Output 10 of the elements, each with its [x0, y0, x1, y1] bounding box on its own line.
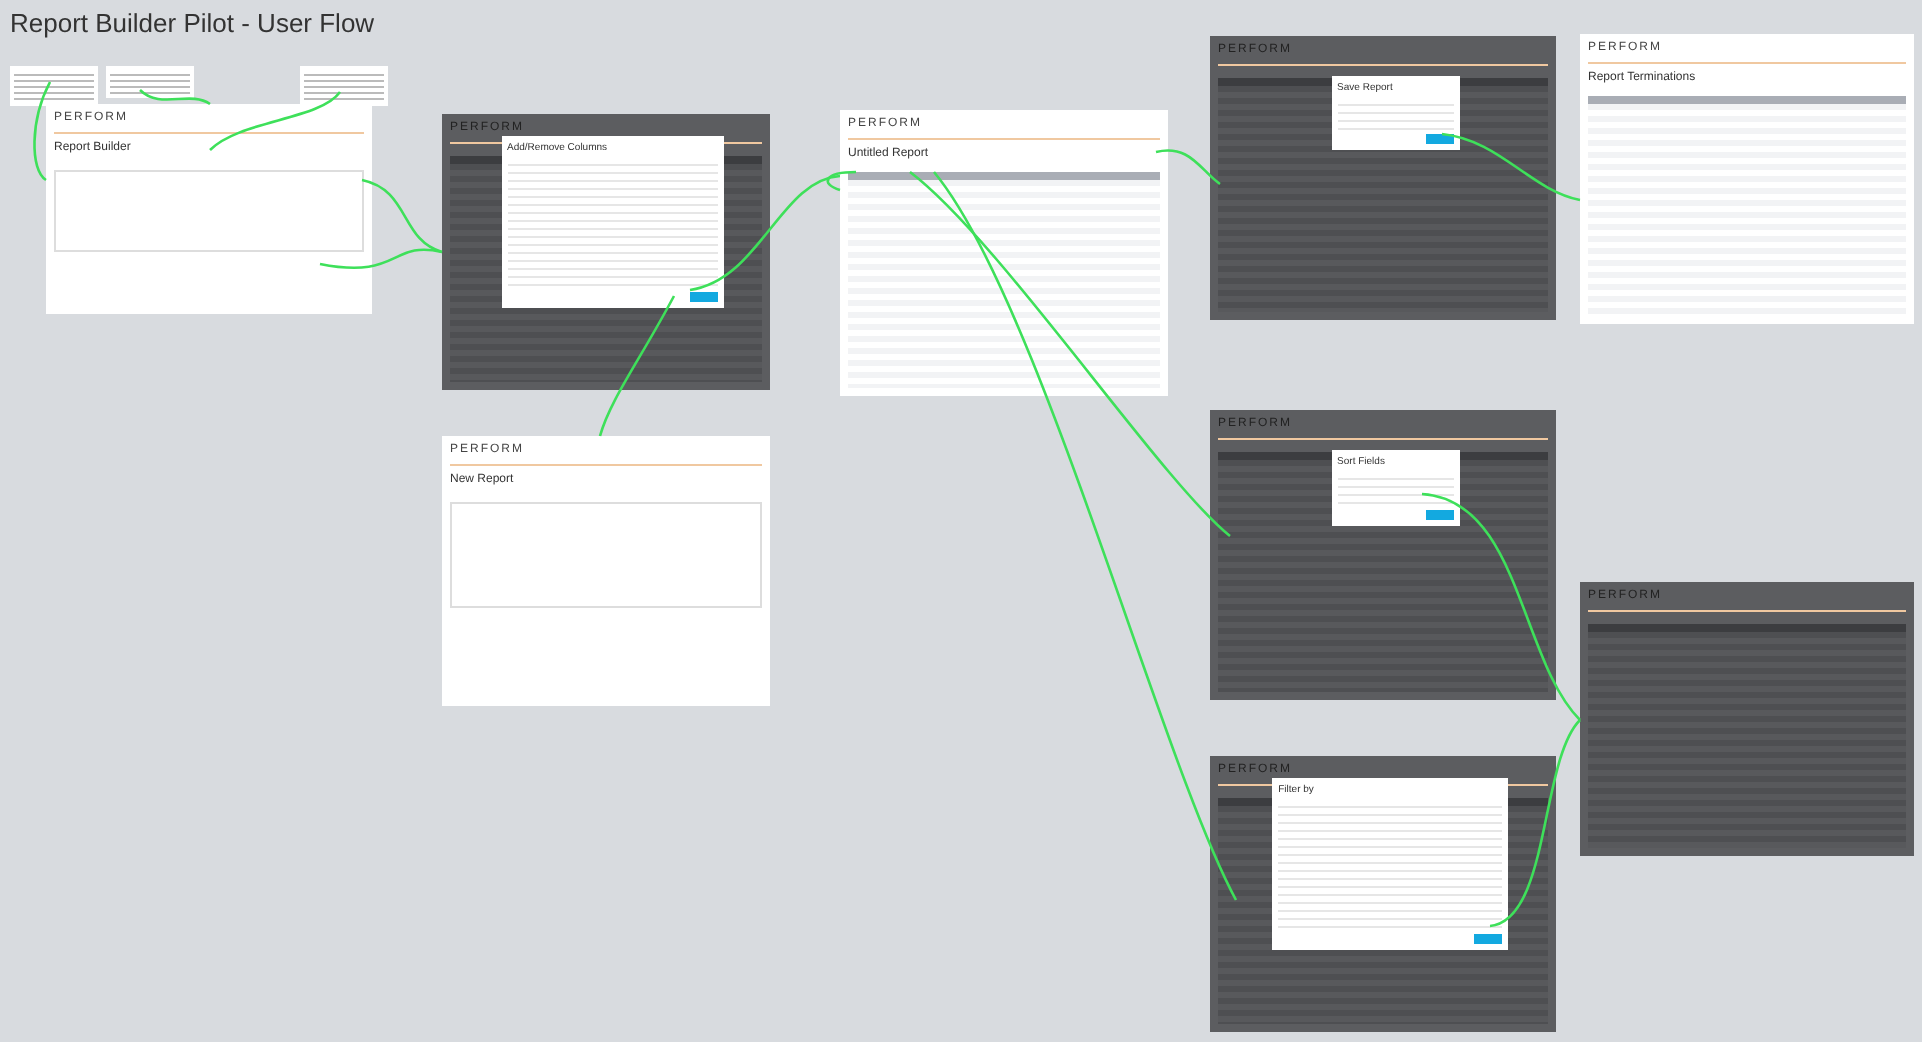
sticky-note — [106, 66, 194, 98]
dialog-button[interactable] — [1425, 509, 1454, 520]
page-title: Report Builder Pilot - User Flow — [10, 8, 375, 38]
form-lines-drawing — [1337, 472, 1454, 506]
dialog-button[interactable] — [1473, 933, 1502, 944]
connector-line — [598, 295, 676, 437]
dialog-button[interactable] — [1425, 133, 1454, 144]
connector-line — [1441, 132, 1581, 202]
connector-line — [33, 81, 52, 181]
dialog-button[interactable] — [690, 291, 719, 302]
